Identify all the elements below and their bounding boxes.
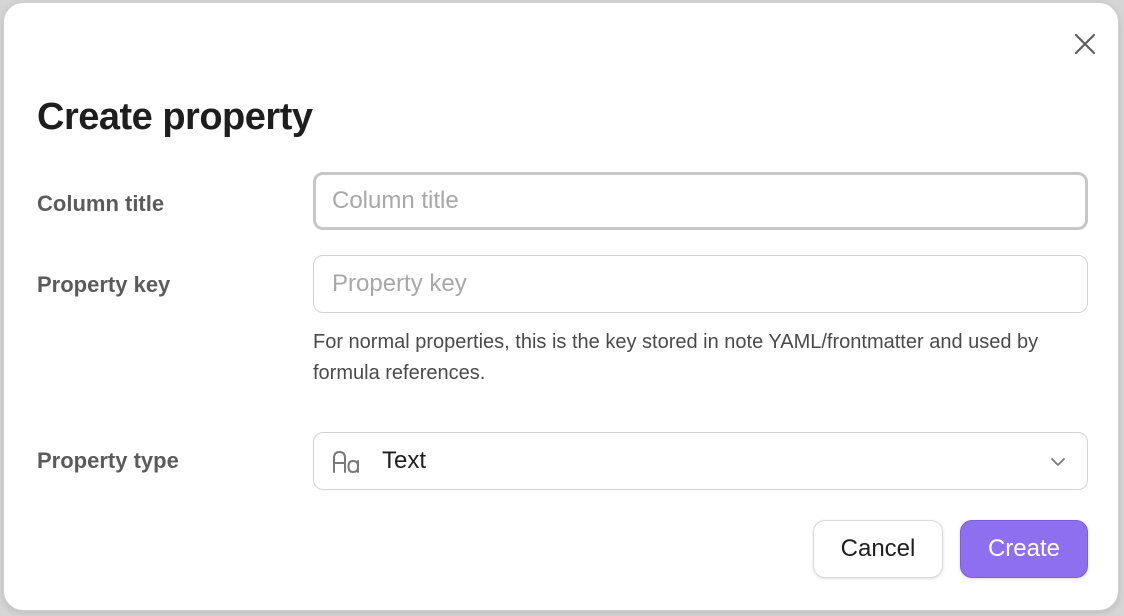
column-title-label: Column title (37, 191, 165, 216)
column-title-input[interactable] (313, 172, 1088, 230)
cancel-button[interactable]: Cancel (813, 520, 943, 578)
chevron-down-icon (1051, 458, 1065, 466)
property-type-select[interactable]: Text (313, 432, 1088, 490)
close-icon (1074, 33, 1096, 55)
close-button[interactable] (1068, 27, 1102, 61)
property-key-input[interactable] (313, 255, 1088, 313)
property-key-help-text: For normal properties, this is the key s… (313, 331, 1039, 384)
dialog-title: Create property (37, 96, 313, 138)
create-button[interactable]: Create (960, 520, 1088, 578)
create-property-dialog: Create property Column title Property ke… (3, 2, 1119, 611)
property-key-label: Property key (37, 272, 171, 297)
property-type-value: Text (382, 447, 427, 474)
text-type-icon (333, 451, 359, 473)
property-type-label: Property type (37, 448, 179, 473)
